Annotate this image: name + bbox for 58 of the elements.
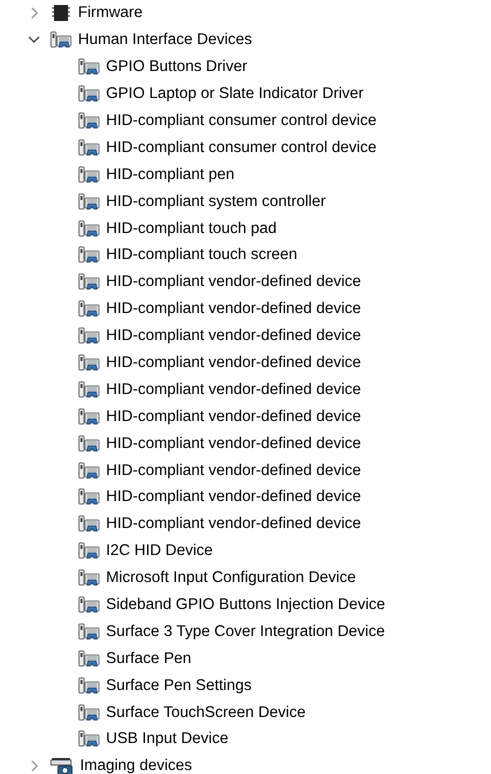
- category-label[interactable]: Human Interface Devices: [78, 31, 252, 50]
- device-icon: [78, 218, 100, 239]
- device-icon: [78, 380, 100, 400]
- device-label[interactable]: GPIO Laptop or Slate Indicator Driver: [106, 85, 364, 104]
- device-icon: [78, 622, 100, 642]
- device-label[interactable]: HID-compliant consumer control device: [106, 138, 376, 157]
- device-label[interactable]: HID-compliant vendor-defined device: [106, 488, 362, 506]
- device-icon: [78, 514, 100, 534]
- device-label[interactable]: Microsoft Input Configuration Device: [106, 569, 356, 588]
- device-icon: [78, 568, 100, 588]
- device-icon: [78, 245, 100, 266]
- device-label[interactable]: HID-compliant vendor-defined device: [106, 462, 362, 480]
- device-label[interactable]: Surface TouchScreen Device: [106, 704, 306, 722]
- device-label[interactable]: GPIO Buttons Driver: [106, 58, 248, 76]
- device-icon: [78, 111, 100, 131]
- device-icon: [78, 57, 100, 78]
- device-label[interactable]: HID-compliant vendor-defined device: [106, 273, 362, 292]
- chip-icon: [50, 3, 72, 24]
- device-icon: [78, 460, 100, 481]
- device-label[interactable]: Surface Pen Settings: [106, 676, 252, 695]
- device-label[interactable]: Surface Pen: [106, 650, 192, 668]
- device-icon: [78, 434, 100, 454]
- device-label[interactable]: HID-compliant vendor-defined device: [106, 515, 362, 534]
- device-label[interactable]: Surface 3 Type Cover Integration Device: [106, 622, 385, 641]
- device-label[interactable]: Sideband GPIO Buttons Injection Device: [106, 596, 386, 614]
- device-icon: [78, 299, 100, 320]
- device-icon: [78, 676, 100, 696]
- device-label[interactable]: HID-compliant touch screen: [106, 246, 298, 264]
- device-label[interactable]: HID-compliant vendor-defined device: [106, 380, 362, 399]
- device-label[interactable]: HID-compliant vendor-defined device: [106, 300, 362, 318]
- device-label[interactable]: HID-compliant pen: [106, 166, 234, 184]
- scanner-camera-icon: [50, 756, 74, 774]
- category-label[interactable]: Imaging devices: [80, 757, 192, 774]
- device-icon: [78, 272, 100, 292]
- device-icon: [78, 84, 100, 104]
- device-icon: [78, 729, 100, 750]
- device-icon: [78, 406, 100, 427]
- device-icon: [78, 702, 100, 723]
- device-icon: [78, 164, 100, 185]
- device-label[interactable]: USB Input Device: [106, 730, 228, 748]
- category-label[interactable]: Firmware: [78, 4, 143, 22]
- device-label[interactable]: HID-compliant touch pad: [106, 220, 277, 238]
- device-icon: [78, 648, 100, 669]
- device-label[interactable]: HID-compliant consumer control device: [106, 112, 376, 130]
- device-label[interactable]: HID-compliant vendor-defined device: [106, 408, 362, 426]
- device-label[interactable]: I2C HID Device: [106, 542, 213, 560]
- device-icon: [78, 353, 100, 374]
- device-label[interactable]: HID-compliant system controller: [106, 192, 326, 211]
- device-label[interactable]: HID-compliant vendor-defined device: [106, 354, 362, 372]
- device-icon: [78, 595, 100, 616]
- device-icon: [78, 541, 100, 562]
- device-label[interactable]: HID-compliant vendor-defined device: [106, 434, 362, 453]
- device-icon: [78, 326, 100, 346]
- device-icon: [78, 192, 100, 212]
- device-icon: [78, 487, 100, 508]
- device-label[interactable]: HID-compliant vendor-defined device: [106, 327, 362, 346]
- device-icon: [78, 138, 100, 158]
- device-icon: [50, 30, 72, 50]
